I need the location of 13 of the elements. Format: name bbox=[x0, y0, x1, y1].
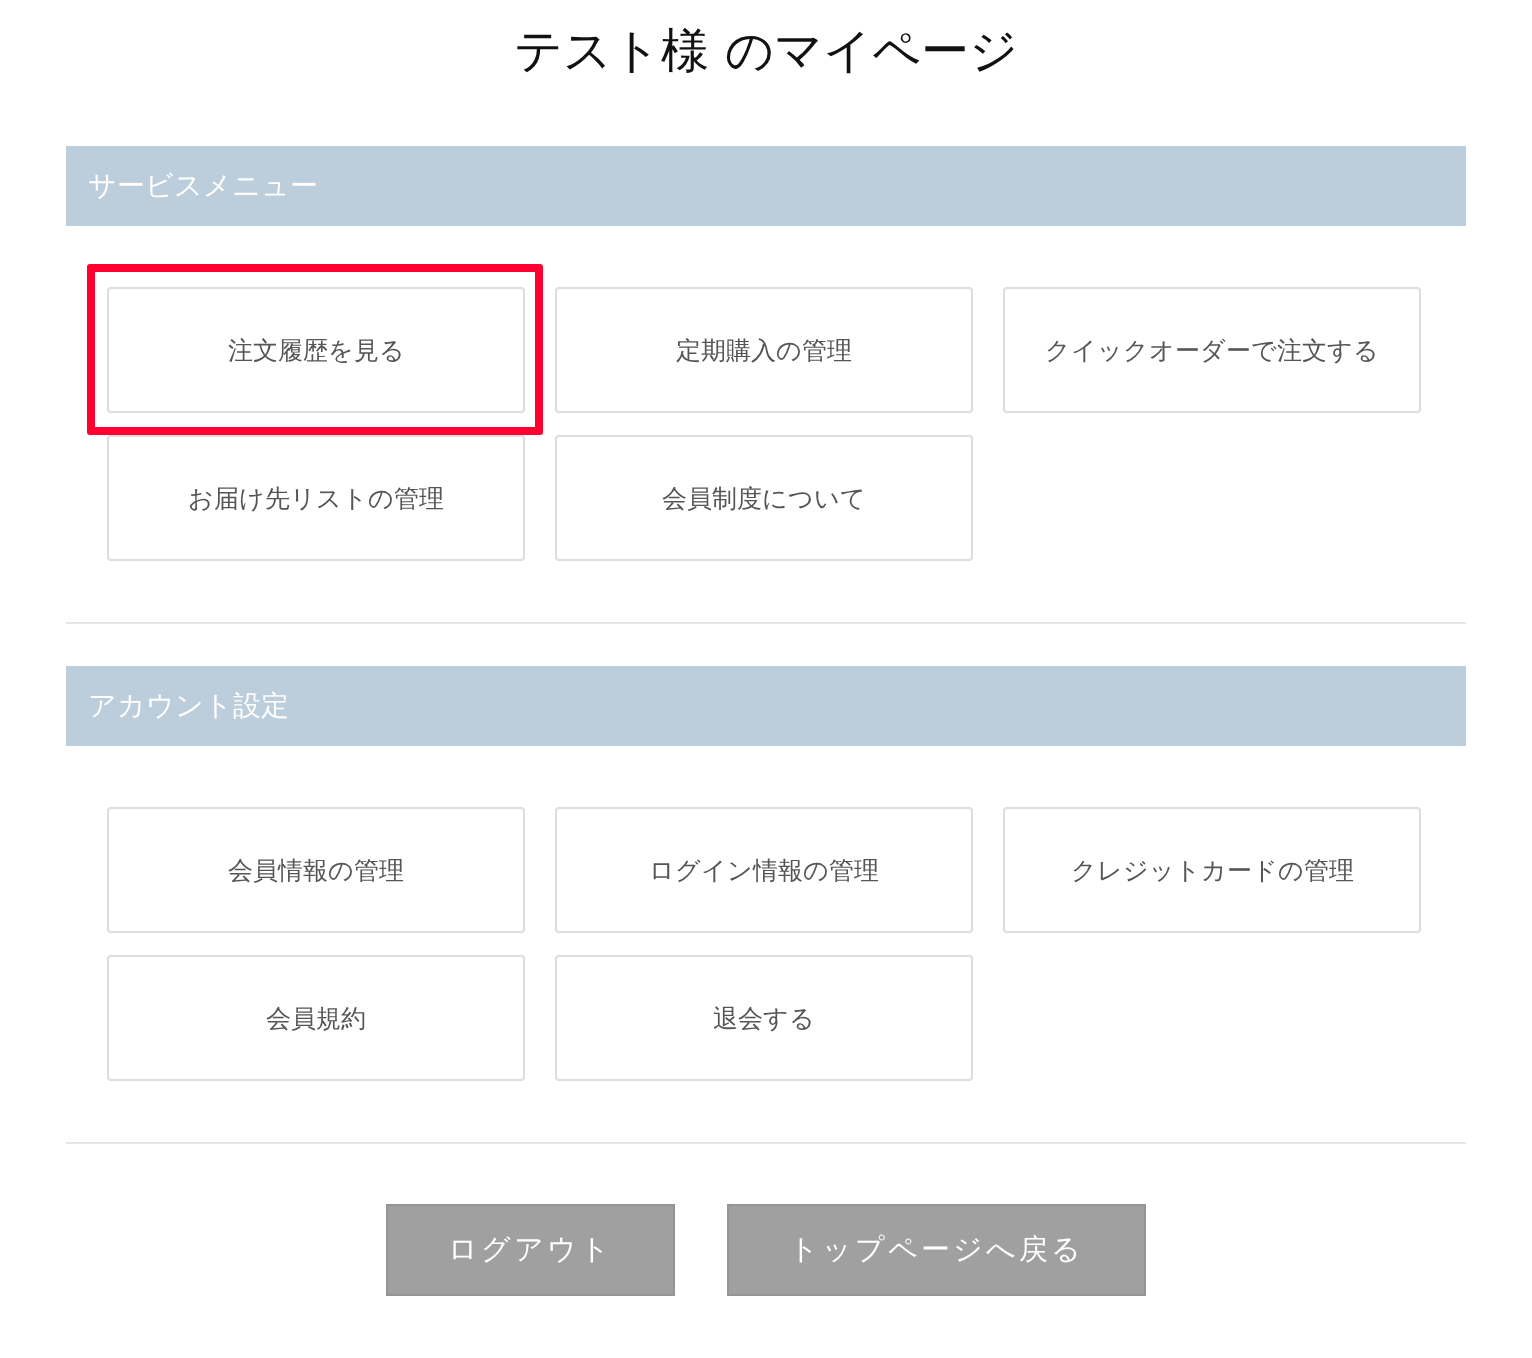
page-title: テスト様 のマイページ bbox=[513, 21, 1019, 80]
menu-button[interactable]: クレジットカードの管理 bbox=[1003, 807, 1421, 933]
menu-button[interactable]: お届け先リストの管理 bbox=[107, 435, 525, 561]
menu-button[interactable]: 会員制度について bbox=[555, 435, 973, 561]
section-heading: サービスメニュー bbox=[66, 146, 1466, 226]
menu-button[interactable]: 注文履歴を見る bbox=[107, 287, 525, 413]
menu-button[interactable]: ログイン情報の管理 bbox=[555, 807, 973, 933]
menu-button[interactable]: 退会する bbox=[555, 955, 973, 1081]
menu-button[interactable]: 会員規約 bbox=[107, 955, 525, 1081]
menu-button[interactable]: クイックオーダーで注文する bbox=[1003, 287, 1421, 413]
section-heading: アカウント設定 bbox=[66, 666, 1466, 746]
menu-button[interactable]: 定期購入の管理 bbox=[555, 287, 973, 413]
menu-button[interactable]: 会員情報の管理 bbox=[107, 807, 525, 933]
